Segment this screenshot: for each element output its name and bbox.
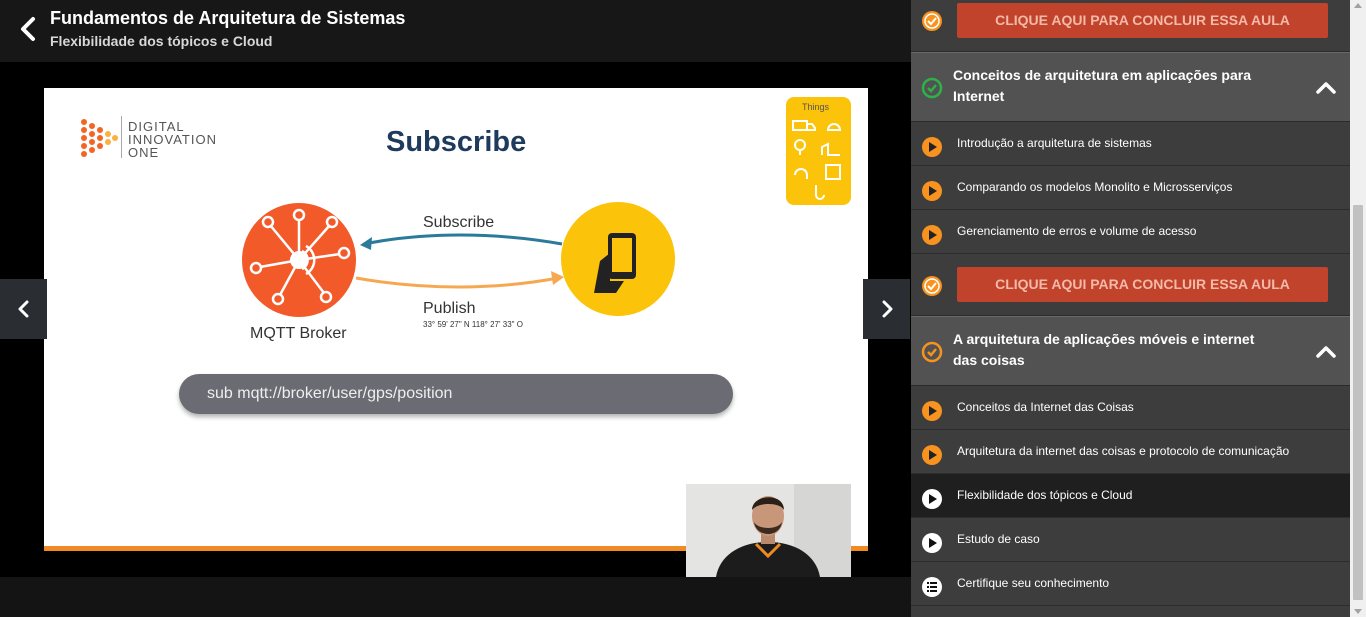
progress-circle-icon [921, 341, 943, 368]
instructor-image [686, 484, 851, 577]
chevron-right-icon [882, 300, 893, 318]
lesson-item[interactable]: Arquitetura da internet das coisas e pro… [911, 430, 1350, 474]
module-title: Conceitos de arquitetura em aplicações p… [953, 67, 1251, 104]
next-lesson-button[interactable] [863, 279, 910, 339]
lesson-label: Certifique seu conhecimento [957, 576, 1110, 590]
check-circle-icon [921, 275, 943, 302]
logo-divider [121, 116, 122, 158]
lesson-item[interactable]: Introdução a arquitetura de sistemas [911, 122, 1350, 166]
play-circle-icon [921, 224, 943, 251]
play-circle-icon [921, 400, 943, 427]
complete-lesson-row: CLIQUE AQUI PARA CONCLUIR ESSA AULA [911, 0, 1350, 52]
complete-lesson-row: CLIQUE AQUI PARA CONCLUIR ESSA AULA [911, 254, 1350, 316]
lesson-item[interactable]: Conceitos da Internet das Coisas [911, 386, 1350, 430]
sidebar-scrollbar[interactable] [1350, 0, 1366, 617]
lesson-item[interactable]: Estudo de caso [911, 518, 1350, 562]
previous-lesson-button[interactable] [0, 279, 47, 339]
play-circle-icon [921, 180, 943, 207]
player-bottom-bar [0, 577, 911, 617]
play-circle-icon [921, 488, 943, 515]
lesson-item[interactable]: Gerenciamento de erros e volume de acess… [911, 210, 1350, 254]
things-icons [792, 120, 842, 200]
scrollbar-thumb[interactable] [1353, 205, 1363, 600]
curriculum-sidebar: CLIQUE AQUI PARA CONCLUIR ESSA AULA Conc… [911, 0, 1366, 617]
back-button[interactable] [14, 14, 44, 44]
lesson-label: Arquitetura da internet das coisas e pro… [957, 444, 1290, 458]
lesson-label: Gerenciamento de erros e volume de acess… [957, 224, 1197, 238]
video-player-area: Fundamentos de Arquitetura de Sistemas F… [0, 0, 911, 617]
publish-label: Publish [423, 300, 476, 317]
scroll-down-arrow-icon[interactable] [1354, 609, 1362, 614]
player-header: Fundamentos de Arquitetura de Sistemas F… [0, 0, 911, 62]
command-pill: sub mqtt://broker/user/gps/position [179, 374, 733, 414]
lesson-label: Flexibilidade dos tópicos e Cloud [957, 488, 1133, 502]
module-header-internet-architecture[interactable]: Conceitos de arquitetura em aplicações p… [911, 52, 1350, 122]
module-header-mobile-iot[interactable]: A arquitetura de aplicações móveis e int… [911, 316, 1350, 386]
things-label: Things [802, 102, 830, 112]
instructor-webcam [686, 484, 851, 577]
play-circle-icon [921, 532, 943, 559]
lesson-subtitle: Flexibilidade dos tópicos e Cloud [50, 33, 273, 49]
list-circle-icon [921, 576, 943, 603]
chevron-up-icon[interactable] [1315, 81, 1337, 100]
mqtt-broker-icon [242, 203, 356, 317]
slide-title: Subscribe [386, 126, 527, 158]
brand-wordmark: DIGITAL INNOVATION ONE [128, 119, 217, 160]
lesson-label: Introdução a arquitetura de sistemas [957, 136, 1152, 150]
subscribe-label: Subscribe [423, 214, 495, 231]
module-title: A arquitetura de aplicações móveis e int… [953, 331, 1255, 368]
chevron-up-icon[interactable] [1315, 345, 1337, 364]
lesson-item[interactable]: Comparando os modelos Monolito e Micross… [911, 166, 1350, 210]
command-text: sub mqtt://broker/user/gps/position [207, 385, 453, 402]
flow-arrows [355, 233, 564, 289]
video-frame-slide: DIGITAL INNOVATION ONE Subscribe MQTT Br… [44, 88, 868, 551]
lesson-label: Conceitos da Internet das Coisas [957, 400, 1134, 414]
play-circle-icon [921, 444, 943, 471]
coordinates-label: 33° 59' 27" N 118° 27' 33" O [423, 320, 523, 329]
scroll-up-arrow-icon[interactable] [1354, 3, 1362, 8]
lesson-label: Comparando os modelos Monolito e Micross… [957, 180, 1233, 194]
mobile-device-icon [561, 202, 675, 316]
complete-lesson-button[interactable]: CLIQUE AQUI PARA CONCLUIR ESSA AULA [957, 3, 1328, 38]
play-circle-icon [921, 136, 943, 163]
lesson-item-active[interactable]: Flexibilidade dos tópicos e Cloud [911, 474, 1350, 518]
chevron-left-icon [21, 17, 35, 41]
lesson-item[interactable]: Certifique seu conhecimento [911, 562, 1350, 606]
check-circle-icon [921, 77, 943, 104]
subscribe-arrowhead [360, 237, 372, 250]
things-panel: Things [786, 97, 851, 205]
dio-logo-icon [81, 119, 118, 157]
broker-label: MQTT Broker [250, 325, 347, 342]
check-circle-icon [921, 10, 943, 37]
chevron-left-icon [18, 300, 29, 318]
lesson-label: Estudo de caso [957, 532, 1040, 546]
complete-lesson-button[interactable]: CLIQUE AQUI PARA CONCLUIR ESSA AULA [957, 267, 1328, 302]
course-title: Fundamentos de Arquitetura de Sistemas [50, 8, 406, 28]
